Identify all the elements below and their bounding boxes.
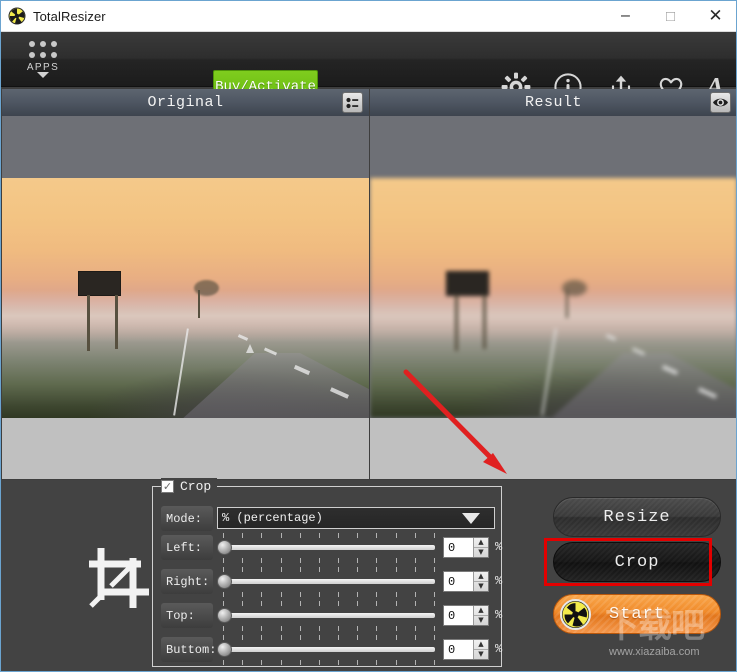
top-spinner-buttons[interactable]: ▲ ▼ [473,606,488,625]
slider-row-top: Top: 0 ▲ ▼ % [161,601,502,631]
original-image-pane[interactable] [2,116,369,479]
list-view-icon[interactable] [342,92,363,113]
resize-button[interactable]: Resize [553,497,721,537]
bottom-spinner-buttons[interactable]: ▲ ▼ [473,640,488,659]
main-toolbar: APPS Buy/Activate A [1,32,736,104]
mode-row: Mode: % (percentage) [161,506,495,532]
caret-down-icon[interactable] [448,508,494,528]
left-slider-knob[interactable] [217,540,232,555]
bottom-controls-area: ✓ Crop Mode: % (percentage) Left: 0 ▲ ▼ … [1,478,736,671]
bottom-value[interactable]: 0 [444,640,473,659]
annotation-arrow [403,369,507,474]
right-spinner-buttons[interactable]: ▲ ▼ [473,572,488,591]
tick-marks-top [223,533,435,538]
mode-value: % (percentage) [222,511,323,525]
top-unit: % [495,608,503,622]
left-slider[interactable] [217,533,441,563]
top-label: Top: [161,603,213,628]
crop-enable-checkbox[interactable]: ✓ [161,480,174,493]
top-slider-track[interactable] [223,613,435,618]
left-unit: % [495,540,503,554]
crop-legend-label: Crop [180,479,212,494]
bottom-slider[interactable] [217,635,441,665]
crop-legend: ✓ Crop [161,478,218,495]
mode-dropdown[interactable]: % (percentage) [217,507,495,529]
right-slider-track[interactable] [223,579,435,584]
top-slider[interactable] [217,601,441,631]
spinner-down-icon[interactable]: ▼ [474,582,488,591]
left-slider-track[interactable] [223,545,435,550]
original-panel-title: Original [147,94,224,111]
result-panel-title: Result [524,94,582,111]
tick-marks-top [223,601,435,606]
crop-button-highlight [544,538,712,586]
radiation-app-icon [8,7,26,25]
tick-marks-bottom [223,592,435,597]
crop-settings-group: ✓ Crop Mode: % (percentage) Left: 0 ▲ ▼ … [152,478,502,667]
slider-row-left: Left: 0 ▲ ▼ % [161,533,502,563]
chevron-down-icon [37,72,49,78]
window-title: TotalResizer [33,8,106,24]
original-bottom-band [2,418,369,479]
tick-marks-top [223,635,435,640]
original-photo [2,178,369,421]
right-spinner[interactable]: 0 ▲ ▼ [443,571,489,592]
radiation-icon [560,599,591,630]
window-controls: – □ ✕ [603,1,736,32]
mode-label: Mode: [161,506,213,531]
right-label: Right: [161,569,213,594]
tick-marks-bottom [223,626,435,631]
close-button[interactable]: ✕ [693,1,736,32]
tick-marks-bottom [223,558,435,563]
bottom-label: Buttom: [161,637,216,662]
spinner-down-icon[interactable]: ▼ [474,616,488,625]
title-bar: TotalResizer – □ ✕ [1,1,736,32]
grid-dots-icon [29,41,57,58]
application-window: TotalResizer – □ ✕ APPS Buy/Activate A O… [0,0,737,672]
spinner-up-icon[interactable]: ▲ [474,640,488,650]
right-value[interactable]: 0 [444,572,473,591]
top-value[interactable]: 0 [444,606,473,625]
bottom-slider-track[interactable] [223,647,435,652]
bottom-unit: % [495,642,503,656]
start-button[interactable]: Start [553,594,721,634]
left-spinner-buttons[interactable]: ▲ ▼ [473,538,488,557]
left-value[interactable]: 0 [444,538,473,557]
tick-marks-top [223,567,435,572]
original-panel-header: Original [2,89,369,116]
spinner-up-icon[interactable]: ▲ [474,606,488,616]
right-slider[interactable] [217,567,441,597]
spinner-up-icon[interactable]: ▲ [474,572,488,582]
slider-row-bottom: Buttom: 0 ▲ ▼ % [161,635,502,665]
top-slider-knob[interactable] [217,608,232,623]
slider-row-right: Right: 0 ▲ ▼ % [161,567,502,597]
right-slider-knob[interactable] [217,574,232,589]
crop-tool-icon [83,542,155,614]
eye-preview-icon[interactable] [710,92,731,113]
minimize-button[interactable]: – [603,1,648,32]
bottom-slider-knob[interactable] [217,642,232,657]
left-spinner[interactable]: 0 ▲ ▼ [443,537,489,558]
tick-marks-bottom [223,660,435,665]
top-spinner[interactable]: 0 ▲ ▼ [443,605,489,626]
spinner-down-icon[interactable]: ▼ [474,548,488,557]
right-unit: % [495,574,503,588]
spinner-down-icon[interactable]: ▼ [474,650,488,659]
start-label: Start [608,604,665,624]
spinner-up-icon[interactable]: ▲ [474,538,488,548]
result-panel-header: Result [370,89,736,116]
bottom-spinner[interactable]: 0 ▲ ▼ [443,639,489,660]
left-label: Left: [161,535,213,560]
apps-button[interactable]: APPS [19,38,67,82]
maximize-button[interactable]: □ [648,1,693,32]
